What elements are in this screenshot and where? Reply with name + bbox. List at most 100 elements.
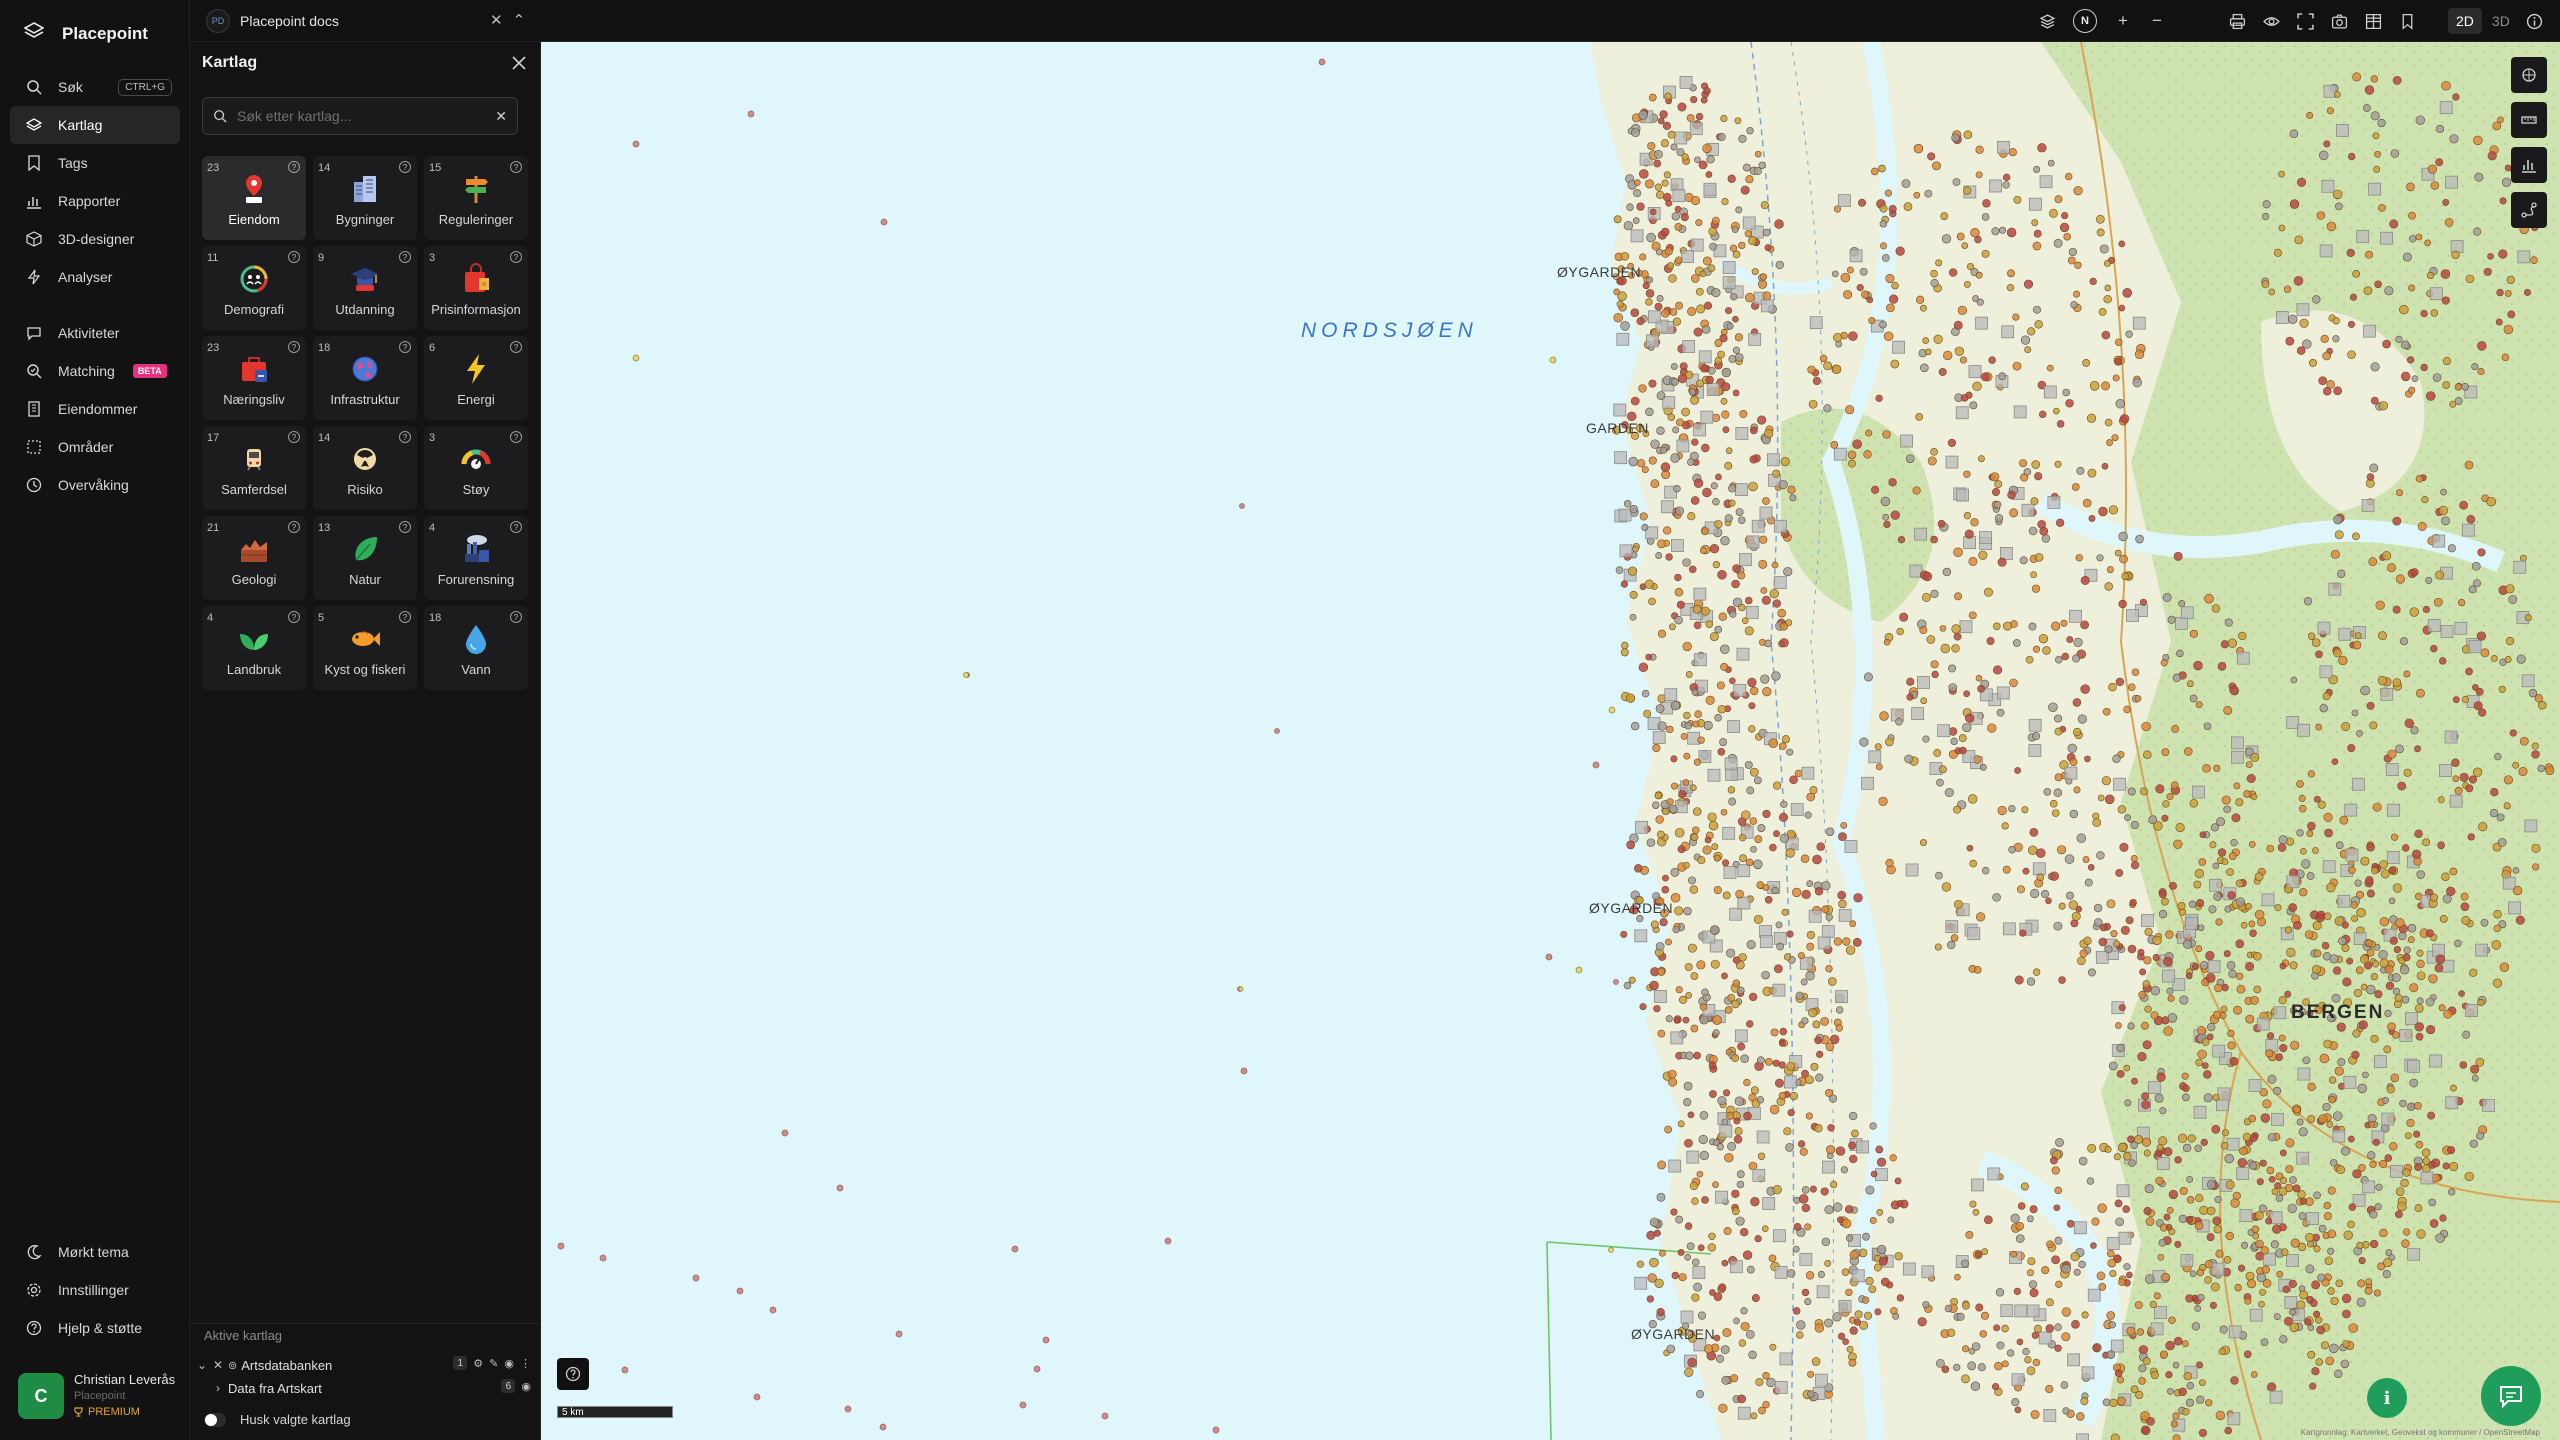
layer-category-forurensning[interactable]: 4 ? Forurensning <box>424 516 528 600</box>
chevron-down-icon[interactable]: ⌄ <box>194 1358 210 1372</box>
zoom-out-button[interactable]: − <box>2140 0 2174 42</box>
info-icon[interactable]: ? <box>399 161 411 173</box>
nav-item-search[interactable]: Søk CTRL+G <box>10 68 180 106</box>
info-icon[interactable]: ? <box>510 251 522 263</box>
close-icon[interactable]: ✕ <box>490 11 503 29</box>
map-tool-measure-button[interactable] <box>2511 102 2547 138</box>
fullscreen-button[interactable] <box>2288 0 2322 42</box>
active-sublayer-row[interactable]: › Data fra Artskart 6 ◉ <box>190 1377 541 1399</box>
view-3d-button[interactable]: 3D <box>2484 8 2518 34</box>
nav-item-aktiviteter[interactable]: Aktiviteter <box>10 314 180 352</box>
nav-item-overvaking[interactable]: Overvåking <box>10 466 180 504</box>
info-icon[interactable]: ? <box>288 161 300 173</box>
print-button[interactable] <box>2220 0 2254 42</box>
nav-item-help[interactable]: Hjelp & støtte <box>10 1309 180 1347</box>
info-icon[interactable]: ? <box>288 341 300 353</box>
visibility-button[interactable] <box>2254 0 2288 42</box>
workspace-switcher[interactable]: PD Placepoint docs <box>206 9 339 33</box>
nav-item-matching[interactable]: Matching BETA <box>10 352 180 390</box>
info-icon[interactable]: ? <box>399 431 411 443</box>
clear-search-icon[interactable]: ✕ <box>495 108 507 125</box>
layer-category-stoy[interactable]: 3 ? Støy <box>424 426 528 510</box>
compass-button[interactable]: N <box>2064 0 2106 42</box>
info-fab-button[interactable]: i <box>2367 1378 2407 1418</box>
eye-icon[interactable]: ◉ <box>521 1380 531 1393</box>
info-icon[interactable]: ? <box>399 341 411 353</box>
nav-item-kartlag[interactable]: Kartlag <box>10 106 180 144</box>
nav-item-omrader[interactable]: Områder <box>10 428 180 466</box>
map-tool-draw-button[interactable] <box>2511 57 2547 93</box>
map-point <box>2465 1004 2478 1017</box>
close-icon[interactable] <box>508 52 530 74</box>
layer-category-utdanning[interactable]: 9 ? Utdanning <box>313 246 417 330</box>
nav-item-eiendommer[interactable]: Eiendommer <box>10 390 180 428</box>
info-icon[interactable]: ? <box>288 251 300 263</box>
map-help-button[interactable] <box>557 1358 589 1390</box>
info-icon[interactable]: ? <box>288 611 300 623</box>
info-button[interactable] <box>2518 0 2552 42</box>
info-icon[interactable]: ? <box>510 521 522 533</box>
eye-icon[interactable]: ◉ <box>504 1357 514 1370</box>
bookmark-button[interactable] <box>2390 0 2424 42</box>
layer-category-eiendom[interactable]: 23 ? Eiendom <box>202 156 306 240</box>
map-point <box>1754 1235 1762 1243</box>
chat-fab-button[interactable] <box>2481 1366 2541 1426</box>
settings-icon[interactable]: ⚙ <box>473 1357 483 1370</box>
map-tool-chart-button[interactable] <box>2511 147 2547 183</box>
info-icon[interactable]: ? <box>510 161 522 173</box>
layer-category-naeringsliv[interactable]: 23 ? Næringsliv <box>202 336 306 420</box>
nav-item-3d-designer[interactable]: 3D-designer <box>10 220 180 258</box>
info-icon[interactable]: ? <box>510 341 522 353</box>
nav-item-tags[interactable]: Tags <box>10 144 180 182</box>
screenshot-button[interactable] <box>2322 0 2356 42</box>
info-icon[interactable]: ? <box>288 431 300 443</box>
map-point <box>2071 1319 2080 1329</box>
map-canvas[interactable]: NORDSJØEN BERGEN ØYGARDEN GARDEN ØYGARDE… <box>541 42 2560 1440</box>
zoom-in-button[interactable]: + <box>2106 0 2140 42</box>
layer-category-demografi[interactable]: 11 ? Demografi <box>202 246 306 330</box>
info-icon[interactable]: ? <box>510 431 522 443</box>
layer-category-landbruk[interactable]: 4 ? Landbruk <box>202 606 306 690</box>
layer-category-natur[interactable]: 13 ? Natur <box>313 516 417 600</box>
layer-category-energi[interactable]: 6 ? Energi <box>424 336 528 420</box>
info-icon[interactable]: ? <box>399 611 411 623</box>
layer-stack-button[interactable] <box>2030 0 2064 42</box>
layer-category-reguleringer[interactable]: 15 ? Reguleringer <box>424 156 528 240</box>
info-icon[interactable]: ? <box>510 611 522 623</box>
map-point <box>1938 765 1947 774</box>
map-tool-route-button[interactable] <box>2511 192 2547 228</box>
layer-category-bygninger[interactable]: 14 ? Bygninger <box>313 156 417 240</box>
info-icon[interactable]: ? <box>288 521 300 533</box>
layer-category-risiko[interactable]: 14 ? Risiko <box>313 426 417 510</box>
view-2d-button[interactable]: 2D <box>2448 8 2482 34</box>
layer-category-samferdsel[interactable]: 17 ? Samferdsel <box>202 426 306 510</box>
user-profile[interactable]: C Christian Leverås Placepoint PREMIUM <box>18 1372 175 1420</box>
chevron-updown-icon[interactable]: ⌃ <box>513 11 526 29</box>
layer-category-geologi[interactable]: 21 ? Geologi <box>202 516 306 600</box>
nav-item-analyser[interactable]: Analyser <box>10 258 180 296</box>
close-icon[interactable]: ✕ <box>210 1358 226 1372</box>
nav-item-rapporter[interactable]: Rapporter <box>10 182 180 220</box>
layer-category-kyst-og-fiskeri[interactable]: 5 ? Kyst og fiskeri <box>313 606 417 690</box>
map-point <box>1931 670 1939 679</box>
grid-view-button[interactable] <box>2356 0 2390 42</box>
layer-category-prisinformasjon[interactable]: 3 ? Prisinformasjon <box>424 246 528 330</box>
chevron-right-icon[interactable]: › <box>210 1381 226 1395</box>
brand[interactable]: Placepoint <box>23 22 148 45</box>
map-point <box>2157 1253 2165 1261</box>
nav-item-settings[interactable]: Innstillinger <box>10 1271 180 1309</box>
layer-category-vann[interactable]: 18 ? Vann <box>424 606 528 690</box>
map-point <box>2106 439 2113 447</box>
layer-category-infrastruktur[interactable]: 18 ? Infrastruktur <box>313 336 417 420</box>
toggle-switch[interactable] <box>204 1412 226 1427</box>
map-point <box>2158 890 2167 899</box>
more-icon[interactable]: ⋮ <box>520 1357 531 1370</box>
edit-icon[interactable]: ✎ <box>489 1357 498 1370</box>
info-icon[interactable]: ? <box>399 521 411 533</box>
remember-layers-toggle[interactable]: Husk valgte kartlag <box>204 1412 351 1427</box>
nav-item-dark-theme[interactable]: Mørkt tema <box>10 1233 180 1271</box>
map-point <box>2329 954 2339 964</box>
active-layer-row[interactable]: ⌄ ✕ ⊚ Artsdatabanken 1 ⚙ ✎ ◉ ⋮ <box>190 1354 541 1376</box>
layer-search-input[interactable] <box>237 108 486 124</box>
info-icon[interactable]: ? <box>399 251 411 263</box>
